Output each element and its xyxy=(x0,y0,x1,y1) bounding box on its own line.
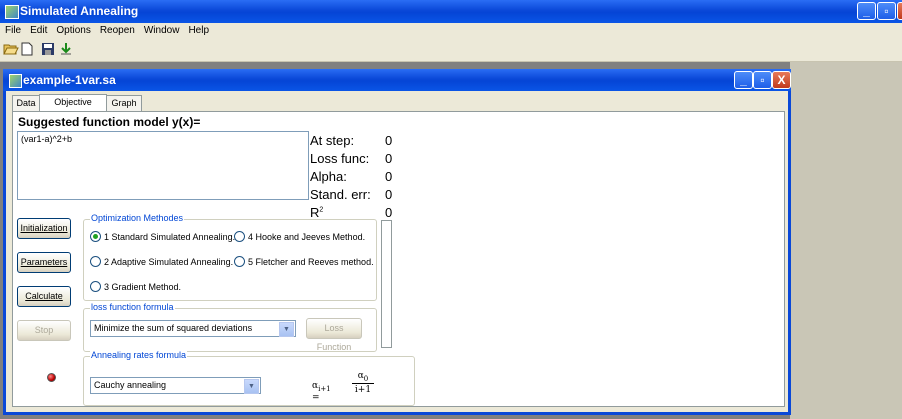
app-window: Simulated Annealing _ ▫ X FileEditOption… xyxy=(0,0,902,419)
annealing-selected-value: Cauchy annealing xyxy=(94,380,167,390)
tab-data[interactable]: Data xyxy=(12,95,40,112)
methods-legend: Optimization Methodes xyxy=(90,213,185,223)
stat-value: 0 xyxy=(385,169,393,184)
radio-icon xyxy=(234,256,245,267)
menu-edit[interactable]: Edit xyxy=(25,23,51,36)
stat-value: 0 xyxy=(385,151,393,166)
doc-maximize-button[interactable]: ▫ xyxy=(753,71,772,89)
loss-function-select[interactable]: Minimize the sum of squared deviations ▼ xyxy=(90,320,296,337)
annealing-select[interactable]: Cauchy annealing ▼ xyxy=(90,377,261,394)
restore-button[interactable]: ▫ xyxy=(877,2,896,20)
document-icon xyxy=(9,74,22,88)
method-adaptive-radio[interactable]: 2 Adaptive Simulated Annealing. xyxy=(90,256,233,267)
radio-icon xyxy=(90,281,101,292)
menu-window[interactable]: Window xyxy=(139,23,184,36)
loss-selected-value: Minimize the sum of squared deviations xyxy=(94,323,253,333)
open-icon[interactable] xyxy=(3,42,19,58)
method-standard-radio[interactable]: 1 Standard Simulated Annealing. xyxy=(90,231,235,242)
document-titlebar[interactable]: example-1var.sa _ ▫ X xyxy=(3,69,791,91)
document-title: example-1var.sa xyxy=(23,73,116,87)
mdi-workspace: example-1var.sa _ ▫ X Data Objective Fun… xyxy=(0,62,902,419)
loss-legend: loss function formula xyxy=(90,302,175,312)
objective-panel: Suggested function model y(x)= (var1-a)^… xyxy=(12,111,785,407)
menu-options[interactable]: Options xyxy=(51,23,94,36)
close-button[interactable]: X xyxy=(897,2,902,20)
app-titlebar[interactable]: Simulated Annealing _ ▫ X xyxy=(0,0,902,23)
method-hooke-jeeves-radio[interactable]: 4 Hooke and Jeeves Method. xyxy=(234,231,365,242)
model-input[interactable]: (var1-a)^2+b xyxy=(17,131,309,200)
calculate-button[interactable]: Calculate xyxy=(17,286,71,307)
loss-function-button[interactable]: Loss Function xyxy=(306,318,362,352)
tab-graph[interactable]: Graph xyxy=(106,95,142,112)
mdi-background xyxy=(790,62,902,419)
menu-reopen[interactable]: Reopen xyxy=(95,23,139,36)
save-icon[interactable] xyxy=(40,42,56,58)
app-title: Simulated Annealing xyxy=(20,4,139,18)
stat-label: R2 xyxy=(310,205,324,220)
method-fletcher-reeves-radio[interactable]: 5 Fletcher and Reeves method. xyxy=(234,256,374,267)
stat-label: Loss func: xyxy=(310,151,370,166)
annealing-group: Annealing rates formula Cauchy annealing… xyxy=(83,350,415,406)
stop-button[interactable]: Stop xyxy=(17,320,71,341)
stat-value: 0 xyxy=(385,187,393,202)
radio-icon xyxy=(234,231,245,242)
loss-function-group: loss function formula Minimize the sum o… xyxy=(83,302,377,352)
menubar: File Edit Options Reopen Window Help xyxy=(0,23,902,39)
stat-value: 0 xyxy=(385,205,393,220)
stat-value: 0 xyxy=(385,133,393,148)
menu-file[interactable]: File xyxy=(0,23,25,36)
radio-selected-icon xyxy=(90,231,101,242)
method-gradient-radio[interactable]: 3 Gradient Method. xyxy=(90,281,181,292)
dropdown-arrow-icon[interactable]: ▼ xyxy=(244,379,259,394)
toolbar xyxy=(0,39,902,62)
model-label: Suggested function model y(x)= xyxy=(18,115,201,129)
parameters-button[interactable]: Parameters xyxy=(17,252,71,273)
menu-help[interactable]: Help xyxy=(183,23,213,36)
new-icon[interactable] xyxy=(19,42,35,58)
dropdown-arrow-icon[interactable]: ▼ xyxy=(279,322,294,337)
doc-minimize-button[interactable]: _ xyxy=(734,71,753,89)
stat-label: Stand. err: xyxy=(310,187,371,202)
initialization-button[interactable]: Initialization xyxy=(17,218,71,239)
minimize-button[interactable]: _ xyxy=(857,2,876,20)
radio-icon xyxy=(90,256,101,267)
annealing-legend: Annealing rates formula xyxy=(90,350,188,360)
methods-group: Optimization Methodes 1 Standard Simulat… xyxy=(83,213,377,301)
download-icon[interactable] xyxy=(58,42,74,58)
document-window: example-1var.sa _ ▫ X Data Objective Fun… xyxy=(3,69,791,415)
doc-close-button[interactable]: X xyxy=(772,71,791,89)
stat-label: At step: xyxy=(310,133,355,148)
result-scroll-pane[interactable] xyxy=(381,220,392,348)
status-led-icon xyxy=(47,373,56,382)
stat-label: Alpha: xyxy=(310,169,347,184)
app-icon xyxy=(5,5,19,19)
